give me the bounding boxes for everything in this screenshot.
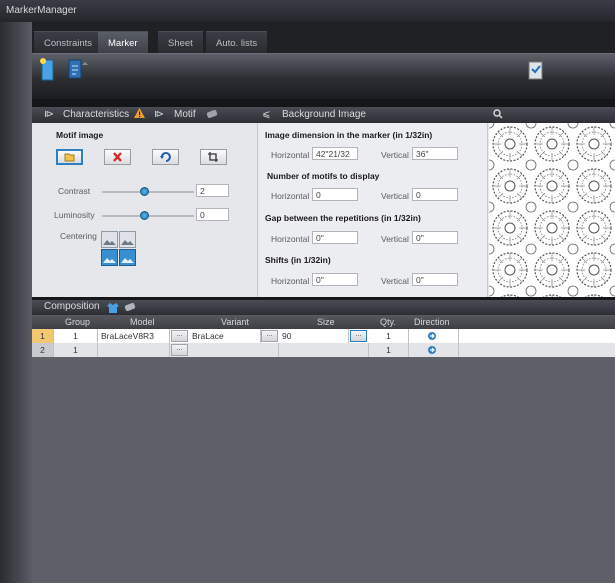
tab-sheet[interactable]: Sheet <box>158 31 203 53</box>
crop-motif-button[interactable] <box>200 149 227 165</box>
centering-bottom-right-button[interactable] <box>119 249 136 266</box>
shirt-icon[interactable] <box>107 302 119 316</box>
centering-label: Centering <box>60 231 97 241</box>
gap-horizontal-label: Horizontal <box>271 234 310 244</box>
lace-pattern-image <box>489 123 615 297</box>
composition-header: Composition <box>32 300 615 315</box>
toolbar <box>32 53 615 99</box>
delete-motif-button[interactable] <box>104 149 131 165</box>
col-variant[interactable]: Variant <box>221 317 249 327</box>
variant-cell[interactable] <box>189 343 279 357</box>
size-browse-button[interactable]: ... <box>350 330 367 342</box>
luminosity-label: Luminosity <box>54 210 95 220</box>
characteristics-panel: Motif image Contrast 2 Luminosity 0 Cent… <box>32 123 615 297</box>
checklist-icon[interactable] <box>528 60 544 84</box>
col-size[interactable]: Size <box>317 317 335 327</box>
table-row[interactable]: 1 1 BraLaceV8R3 ... BraLace ... 90 ... 1 <box>32 329 615 343</box>
title-bar: MarkerManager <box>0 0 615 22</box>
motifs-vertical-label: Vertical <box>381 191 409 201</box>
variant-browse-button[interactable]: ... <box>261 330 278 342</box>
col-direction[interactable]: Direction <box>414 317 450 327</box>
rotate-motif-button[interactable] <box>152 149 179 165</box>
group-cell[interactable]: 1 <box>54 329 98 343</box>
motifs-vertical-field[interactable]: 0 <box>412 188 458 201</box>
warning-icon <box>134 108 145 122</box>
contrast-slider-knob[interactable] <box>140 187 149 196</box>
motifs-horizontal-label: Horizontal <box>271 191 310 201</box>
contrast-field[interactable]: 2 <box>196 184 229 197</box>
direction-cell[interactable] <box>409 343 459 357</box>
centering-grid <box>101 231 137 267</box>
row-number: 1 <box>32 329 54 343</box>
composition-eraser-icon[interactable] <box>124 303 136 314</box>
eraser-icon[interactable] <box>206 110 218 121</box>
image-vertical-label: Vertical <box>381 150 409 160</box>
background-image-preview <box>489 123 615 297</box>
image-dimension-heading: Image dimension in the marker (in 1/32in… <box>265 130 433 140</box>
background-image-label[interactable]: Background Image <box>282 109 366 120</box>
tab-constraints[interactable]: Constraints <box>34 31 103 53</box>
left-side-strip <box>0 22 32 583</box>
centering-top-right-button[interactable] <box>119 231 136 248</box>
characteristics-label[interactable]: Characteristics <box>63 109 129 120</box>
gap-vertical-label: Vertical <box>381 234 409 244</box>
open-document-icon[interactable] <box>68 58 88 82</box>
motif-image-heading: Motif image <box>56 130 104 140</box>
col-qty[interactable]: Qty. <box>380 317 396 327</box>
open-motif-button[interactable] <box>56 149 83 165</box>
shifts-heading: Shifts (in 1/32in) <box>265 255 331 265</box>
centering-bottom-left-button[interactable] <box>101 249 118 266</box>
size-cell[interactable] <box>279 343 369 357</box>
app-title: MarkerManager <box>6 5 77 16</box>
centering-top-left-button[interactable] <box>101 231 118 248</box>
model-browse-button[interactable]: ... <box>171 330 188 342</box>
composition-column-headers: Group Model Variant Size Qty. Direction <box>32 315 615 329</box>
direction-arrow-icon[interactable] <box>428 346 436 354</box>
toolbar-separator <box>32 99 615 107</box>
direction-arrow-icon[interactable] <box>428 332 436 340</box>
contrast-label: Contrast <box>58 186 91 196</box>
new-document-icon[interactable] <box>40 58 56 82</box>
image-horizontal-label: Horizontal <box>271 150 310 160</box>
background-collapse-icon[interactable]: ⩽ <box>262 109 270 120</box>
shifts-vertical-label: Vertical <box>381 276 409 286</box>
panel-header: ⧐ Characteristics ⧐ Motif ⩽ Background I… <box>32 107 615 123</box>
dimensions-section: Image dimension in the marker (in 1/32in… <box>261 123 488 297</box>
direction-cell[interactable] <box>409 329 459 343</box>
size-cell[interactable]: 90 <box>279 329 349 343</box>
motif-label[interactable]: Motif <box>174 109 196 120</box>
luminosity-field[interactable]: 0 <box>196 208 229 221</box>
group-cell[interactable]: 1 <box>54 343 98 357</box>
gap-heading: Gap between the repetitions (in 1/32in) <box>265 213 421 223</box>
variant-cell[interactable]: BraLace <box>189 329 261 343</box>
model-cell[interactable] <box>98 343 170 357</box>
motif-arrow-icon[interactable]: ⧐ <box>154 109 164 120</box>
image-horizontal-field[interactable]: 42"21/32 <box>312 147 358 160</box>
gap-horizontal-field[interactable]: 0" <box>312 231 358 244</box>
luminosity-slider-knob[interactable] <box>140 211 149 220</box>
shifts-horizontal-label: Horizontal <box>271 276 310 286</box>
col-group[interactable]: Group <box>65 317 90 327</box>
col-model[interactable]: Model <box>130 317 155 327</box>
table-row[interactable]: 2 1 ... 1 <box>32 343 615 357</box>
model-cell[interactable]: BraLaceV8R3 <box>98 329 170 343</box>
gap-vertical-field[interactable]: 0" <box>412 231 458 244</box>
qty-cell[interactable]: 1 <box>369 329 409 343</box>
composition-grid: 1 1 BraLaceV8R3 ... BraLace ... 90 ... 1… <box>32 329 615 583</box>
qty-cell[interactable]: 1 <box>369 343 409 357</box>
collapse-arrow-icon[interactable]: ⧐ <box>44 109 54 120</box>
image-vertical-field[interactable]: 36" <box>412 147 458 160</box>
zoom-icon[interactable] <box>493 109 503 122</box>
shifts-horizontal-field[interactable]: 0" <box>312 273 358 286</box>
row-number: 2 <box>32 343 54 357</box>
shifts-vertical-field[interactable]: 0" <box>412 273 458 286</box>
tab-marker[interactable]: Marker <box>98 31 148 53</box>
motifs-horizontal-field[interactable]: 0 <box>312 188 358 201</box>
tab-auto-lists[interactable]: Auto. lists <box>206 31 268 53</box>
motifs-display-heading: Number of motifs to display <box>267 171 380 181</box>
motif-image-section: Motif image Contrast 2 Luminosity 0 Cent… <box>32 123 258 297</box>
composition-title[interactable]: Composition <box>44 301 100 312</box>
tab-bar: Constraints Marker Sheet Auto. lists <box>32 22 615 53</box>
model-browse-button[interactable]: ... <box>171 344 188 356</box>
